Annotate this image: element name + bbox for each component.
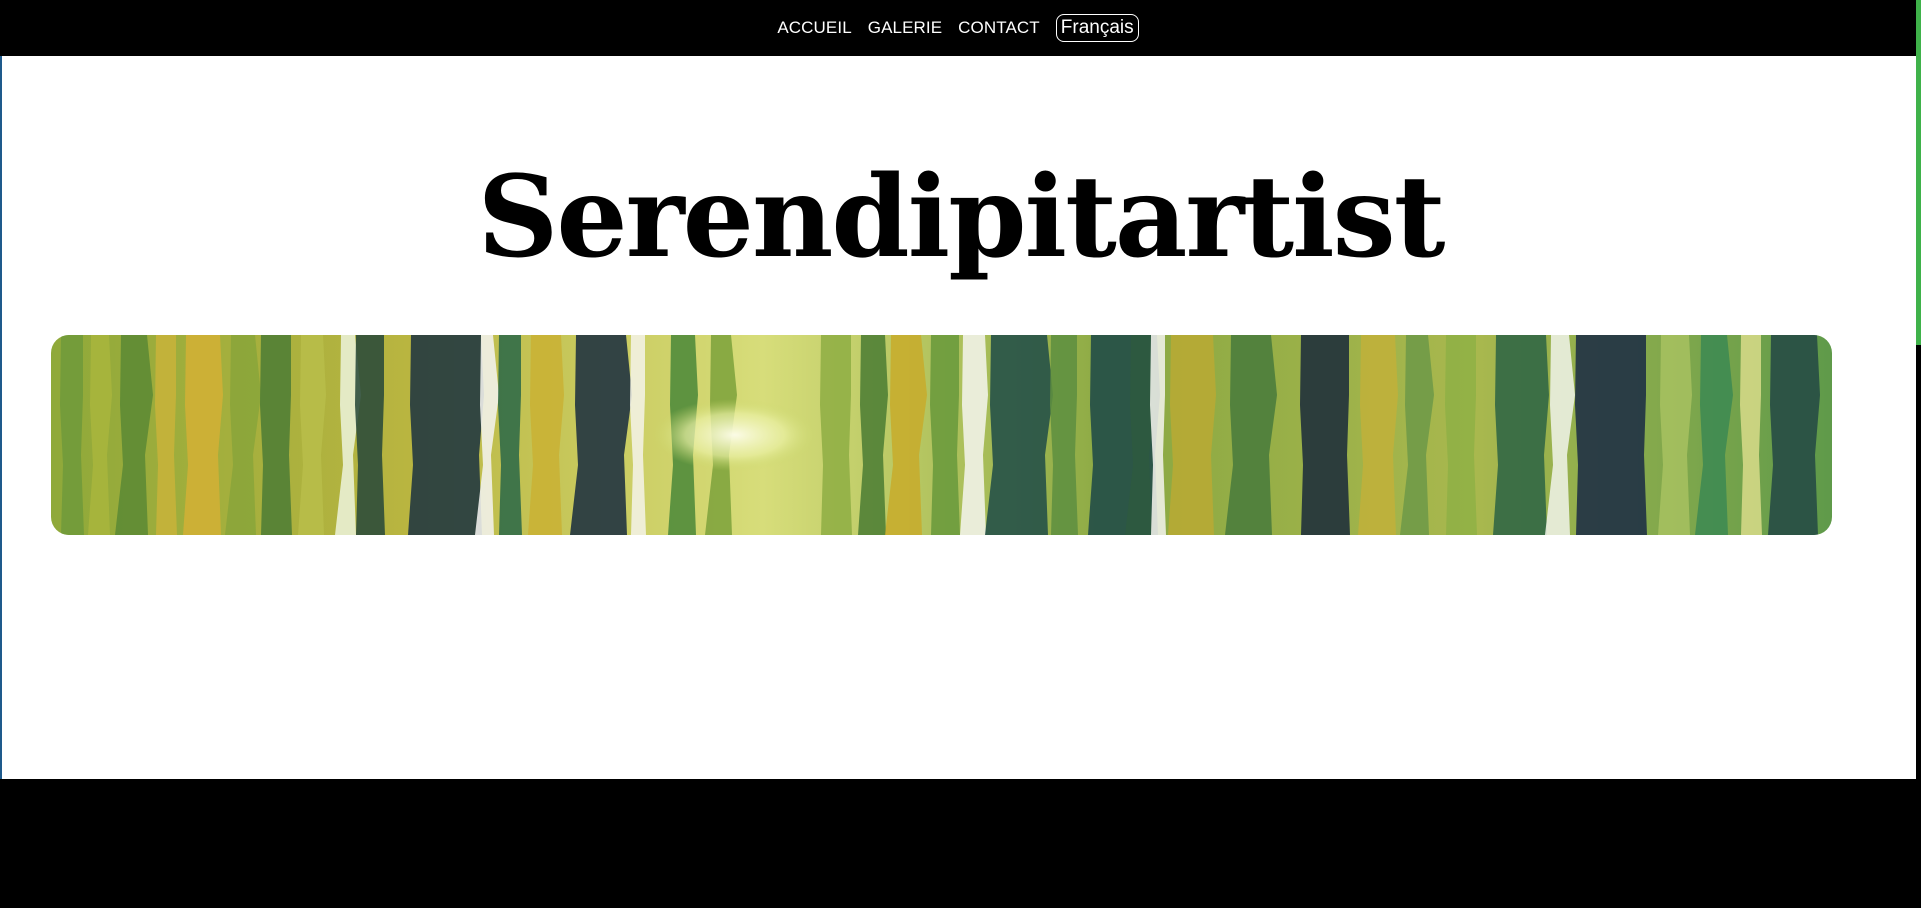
painted-trunk bbox=[1358, 335, 1398, 535]
painted-trunk bbox=[1740, 335, 1762, 535]
site-title: Serendipitartist bbox=[477, 152, 1446, 283]
painted-trunk bbox=[1768, 335, 1820, 535]
painted-trunk bbox=[260, 335, 292, 535]
page-footer bbox=[0, 779, 1916, 908]
nav-link-accueil[interactable]: ACCUEIL bbox=[777, 18, 851, 38]
watercolor-forest-painting bbox=[51, 335, 1832, 535]
painted-trunk bbox=[298, 335, 326, 535]
painted-trunk bbox=[88, 335, 112, 535]
painted-trunk bbox=[1658, 335, 1692, 535]
painted-trunk bbox=[1225, 335, 1277, 535]
scrollbar-thumb[interactable] bbox=[1916, 0, 1921, 345]
painted-trunk bbox=[155, 335, 177, 535]
nav-link-contact[interactable]: CONTACT bbox=[958, 18, 1040, 38]
painted-trunk bbox=[1445, 335, 1477, 535]
painted-trunk bbox=[1050, 335, 1078, 535]
painted-trunk bbox=[1493, 335, 1549, 535]
painted-trunk bbox=[408, 335, 484, 535]
page: ACCUEIL GALERIE CONTACT Français Serendi… bbox=[0, 0, 1921, 908]
language-select-button[interactable]: Français bbox=[1055, 14, 1139, 42]
top-navbar: ACCUEIL GALERIE CONTACT Français bbox=[0, 0, 1916, 56]
nav-link-galerie[interactable]: GALERIE bbox=[868, 18, 942, 38]
painted-trunk bbox=[60, 335, 84, 535]
painted-trunk bbox=[355, 335, 385, 535]
painted-trunk bbox=[1150, 335, 1166, 535]
painted-trunk bbox=[1300, 335, 1350, 535]
painted-trunk bbox=[1575, 335, 1647, 535]
painted-trunk bbox=[1168, 335, 1216, 535]
painted-trunk bbox=[183, 335, 223, 535]
hero-banner-image bbox=[51, 335, 1832, 535]
painted-trunk bbox=[498, 335, 522, 535]
